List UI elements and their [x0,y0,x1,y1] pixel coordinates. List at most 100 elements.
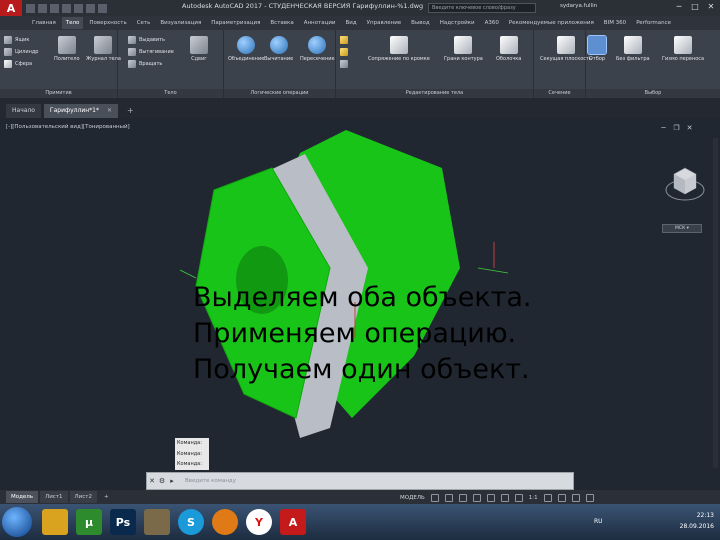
vertical-navbar[interactable] [713,138,718,468]
layout-tab[interactable]: Лист1 [40,491,68,503]
sweep-button[interactable]: Сдвиг [190,36,208,62]
ribbon-tab[interactable]: Вид [342,17,361,29]
culling-button[interactable]: Отбор [587,35,607,62]
ribbon-tabs: Главная Тело Поверхность Сеть Визуализация Па… [0,16,720,30]
isolate-icon[interactable] [557,494,566,502]
subtract-icon [269,36,288,54]
intersect-button[interactable]: Пересечение [300,36,335,62]
command-settings-icon[interactable]: ⚙ [157,477,167,485]
add-layout-icon[interactable]: + [99,491,114,503]
ribbon-tab[interactable]: Надстройки [436,17,479,29]
layout-tabs: Модель Лист1 Лист2 + [0,490,720,504]
osnap-icon[interactable] [486,494,495,502]
command-line[interactable]: ✕ ⚙ ▸ Введите команду [146,472,574,490]
ortho-icon[interactable] [458,494,467,502]
document-tab[interactable]: Гарифуллин*1* ✕ [43,104,118,118]
edit-small-1[interactable] [340,36,348,44]
ribbon-tab[interactable]: Рекомендуемые приложения [505,17,598,29]
snap-icon[interactable] [444,494,453,502]
ribbon-tab[interactable]: Аннотации [300,17,340,29]
user-name[interactable]: sydarya.fullin [560,3,597,9]
cylinder-button[interactable]: Цилиндр [4,48,38,56]
save-as-icon[interactable] [62,3,71,13]
autocad-logo-icon[interactable]: A [0,0,22,16]
utorrent-icon[interactable]: µ [76,509,102,535]
panel-title-body: Тело [118,89,223,98]
command-prompt-icon[interactable]: ▸ [167,477,177,485]
hardware-accel-icon[interactable] [571,494,580,502]
ribbon-tab[interactable]: BIM 360 [600,17,630,29]
command-history-line: Команда: [177,450,202,457]
blender-icon[interactable] [212,509,238,535]
autocad-taskbar-icon[interactable]: A [280,509,306,535]
edit-small-2[interactable] [340,48,348,56]
union-button[interactable]: Объединение [228,36,264,62]
maximize-icon[interactable]: □ [690,2,700,12]
save-icon[interactable] [50,3,59,13]
ribbon-tab[interactable]: Управление [363,17,406,29]
grid-icon[interactable] [430,494,439,502]
no-filter-button[interactable]: Без фильтра [616,36,650,62]
move-gizmo-button[interactable]: Гизмо переноса [662,36,704,62]
edit-small-3[interactable] [340,60,348,68]
viewcube-icon[interactable] [664,162,706,204]
open-file-icon[interactable] [38,3,47,13]
close-icon[interactable]: ✕ [706,2,716,12]
fillet-edge-button[interactable]: Сопряжение по кромке [368,36,430,62]
layout-tab[interactable]: Модель [6,491,39,503]
ribbon-tab[interactable]: Вставка [266,17,297,29]
extract-edges-button[interactable]: Грани контура [444,36,483,62]
gimp-icon[interactable] [144,509,170,535]
workspace-icon[interactable] [543,494,552,502]
interfere-icon [340,60,348,68]
system-clock[interactable]: 22:13 28.09.2016 [680,510,714,532]
ribbon-tab[interactable]: A360 [481,17,503,29]
undo-icon[interactable] [86,3,95,13]
print-icon[interactable] [74,3,83,13]
extrude-button[interactable]: Выдавить [128,36,165,44]
revolve-button[interactable]: Вращать [128,60,162,68]
ribbon-tab[interactable]: Тело [61,17,84,29]
wcs-menu[interactable]: МСК ▾ [662,224,702,233]
customize-icon[interactable] [585,494,594,502]
subtract-button[interactable]: Вычитание [264,36,293,62]
ribbon-tab[interactable]: Сеть [133,17,155,29]
explorer-icon[interactable] [42,509,68,535]
minimize-icon[interactable]: ─ [674,2,684,12]
layout-tab[interactable]: Лист2 [69,491,97,503]
new-file-icon[interactable] [26,3,35,13]
yandex-browser-icon[interactable]: Y [246,509,272,535]
command-close-icon[interactable]: ✕ [147,477,157,485]
new-tab-icon[interactable]: + [121,104,140,118]
search-input[interactable]: Введите ключевое слово/фразу [428,3,536,13]
ribbon-tab[interactable]: Вывод [407,17,434,29]
document-tab[interactable]: Начало [6,104,41,118]
drawing-viewport[interactable]: [-][Пользовательский вид][Тонированный] … [0,118,720,490]
extrude-icon [128,36,136,44]
language-indicator[interactable]: RU [594,518,603,525]
redo-icon[interactable] [98,3,107,13]
solid-history-button[interactable]: Журнал тела [86,36,121,62]
ribbon-tab[interactable]: Параметризация [207,17,264,29]
ribbon-tab[interactable]: Главная [28,17,60,29]
box-button[interactable]: Ящик [4,36,29,44]
annotation-scale[interactable]: 1:1 [529,495,538,501]
annotation-icon[interactable] [514,494,523,502]
polysolid-button[interactable]: Политело [54,36,80,62]
section-plane-button[interactable]: Секущая плоскость [540,36,592,62]
loft-button[interactable]: Вытягивание [128,48,174,56]
dynamic-input-icon[interactable] [500,494,509,502]
shell-button[interactable]: Оболочка [496,36,521,62]
ribbon-tab[interactable]: Performance [632,17,675,29]
title-bar: A Autodesk AutoCAD 2017 - СТУДЕНЧЕСКАЯ В… [0,0,720,16]
start-button[interactable] [2,507,32,537]
ribbon-tab[interactable]: Визуализация [156,17,205,29]
model-space-toggle[interactable]: МОДЕЛЬ [400,495,425,501]
close-tab-icon[interactable]: ✕ [107,107,112,114]
ribbon-tab[interactable]: Поверхность [85,17,130,29]
polar-icon[interactable] [472,494,481,502]
sphere-button[interactable]: Сфера [4,60,32,68]
photoshop-icon[interactable]: Ps [110,509,136,535]
skype-icon[interactable]: S [178,509,204,535]
command-input[interactable]: Введите команду [185,478,236,484]
